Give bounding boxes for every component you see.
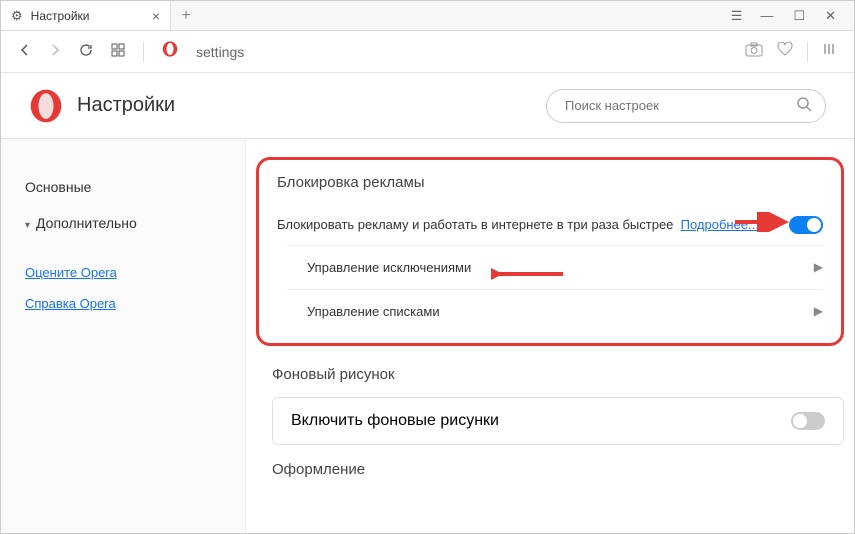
divider [807,42,808,62]
search-box [546,89,826,123]
tab-bar: ⚙ Настройки × + ☰ — ☐ ✕ [1,1,854,31]
opera-icon [162,41,178,62]
manage-exceptions-row[interactable]: Управление исключениями ▶ [287,245,823,289]
wallpaper-title: Фоновый рисунок [272,366,844,383]
minimize-icon[interactable]: — [760,8,773,23]
back-button[interactable] [19,43,31,60]
close-tab-icon[interactable]: × [152,8,160,24]
heart-icon[interactable] [777,42,793,62]
sidebar: Основные Дополнительно Оцените Opera Спр… [1,139,246,533]
manage-lists-row[interactable]: Управление списками ▶ [287,289,823,333]
wallpaper-enable-label: Включить фоновые рисунки [291,412,499,430]
sidebar-item-advanced[interactable]: Дополнительно [25,205,221,241]
gear-icon: ⚙ [11,8,23,24]
address-bar: settings [1,31,854,73]
sidebar-item-basic[interactable]: Основные [25,169,221,205]
chevron-right-icon: ▶ [814,260,823,274]
tab-settings[interactable]: ⚙ Настройки × [1,1,171,30]
maximize-icon[interactable]: ☐ [793,8,805,24]
snapshot-icon[interactable] [745,42,763,62]
forward-button[interactable] [49,43,61,60]
adblock-desc: Блокировать рекламу и работать в интерне… [277,215,789,235]
appearance-section: Оформление [272,461,844,478]
manage-lists-label: Управление списками [307,304,440,319]
wallpaper-section: Фоновый рисунок Включить фоновые рисунки [272,366,844,445]
sidebar-link-rate[interactable]: Оцените Opera [25,265,221,280]
manage-exceptions-label: Управление исключениями [307,260,471,275]
search-input[interactable] [546,89,826,123]
address-text[interactable]: settings [196,44,244,60]
reload-button[interactable] [79,43,93,61]
opera-logo-icon [29,89,63,123]
page-title: Настройки [77,94,175,117]
adblock-title: Блокировка рекламы [277,174,823,191]
new-tab-button[interactable]: + [171,1,201,30]
adblock-toggle[interactable] [789,216,823,234]
window-menu-icon[interactable]: ☰ [731,8,741,24]
appearance-title: Оформление [272,461,844,478]
content: Основные Дополнительно Оцените Opera Спр… [1,139,854,533]
wallpaper-toggle[interactable] [791,412,825,430]
close-window-icon[interactable]: ✕ [825,8,836,24]
adblock-learn-more-link[interactable]: Подробнее... [681,217,759,232]
sidebar-link-help[interactable]: Справка Opera [25,296,221,311]
chevron-right-icon: ▶ [814,304,823,318]
window-controls: ☰ — ☐ ✕ [731,1,854,30]
main-panel: Блокировка рекламы Блокировать рекламу и… [246,139,854,533]
speed-dial-icon[interactable] [111,43,125,61]
wallpaper-toggle-row: Включить фоновые рисунки [272,397,844,445]
search-icon [797,97,812,116]
adblock-section: Блокировка рекламы Блокировать рекламу и… [256,157,844,346]
sidebar-toggle-icon[interactable] [822,42,836,61]
divider [143,42,144,62]
adblock-toggle-row: Блокировать рекламу и работать в интерне… [277,205,823,245]
page-header: Настройки [1,73,854,139]
tab-title: Настройки [31,9,90,23]
